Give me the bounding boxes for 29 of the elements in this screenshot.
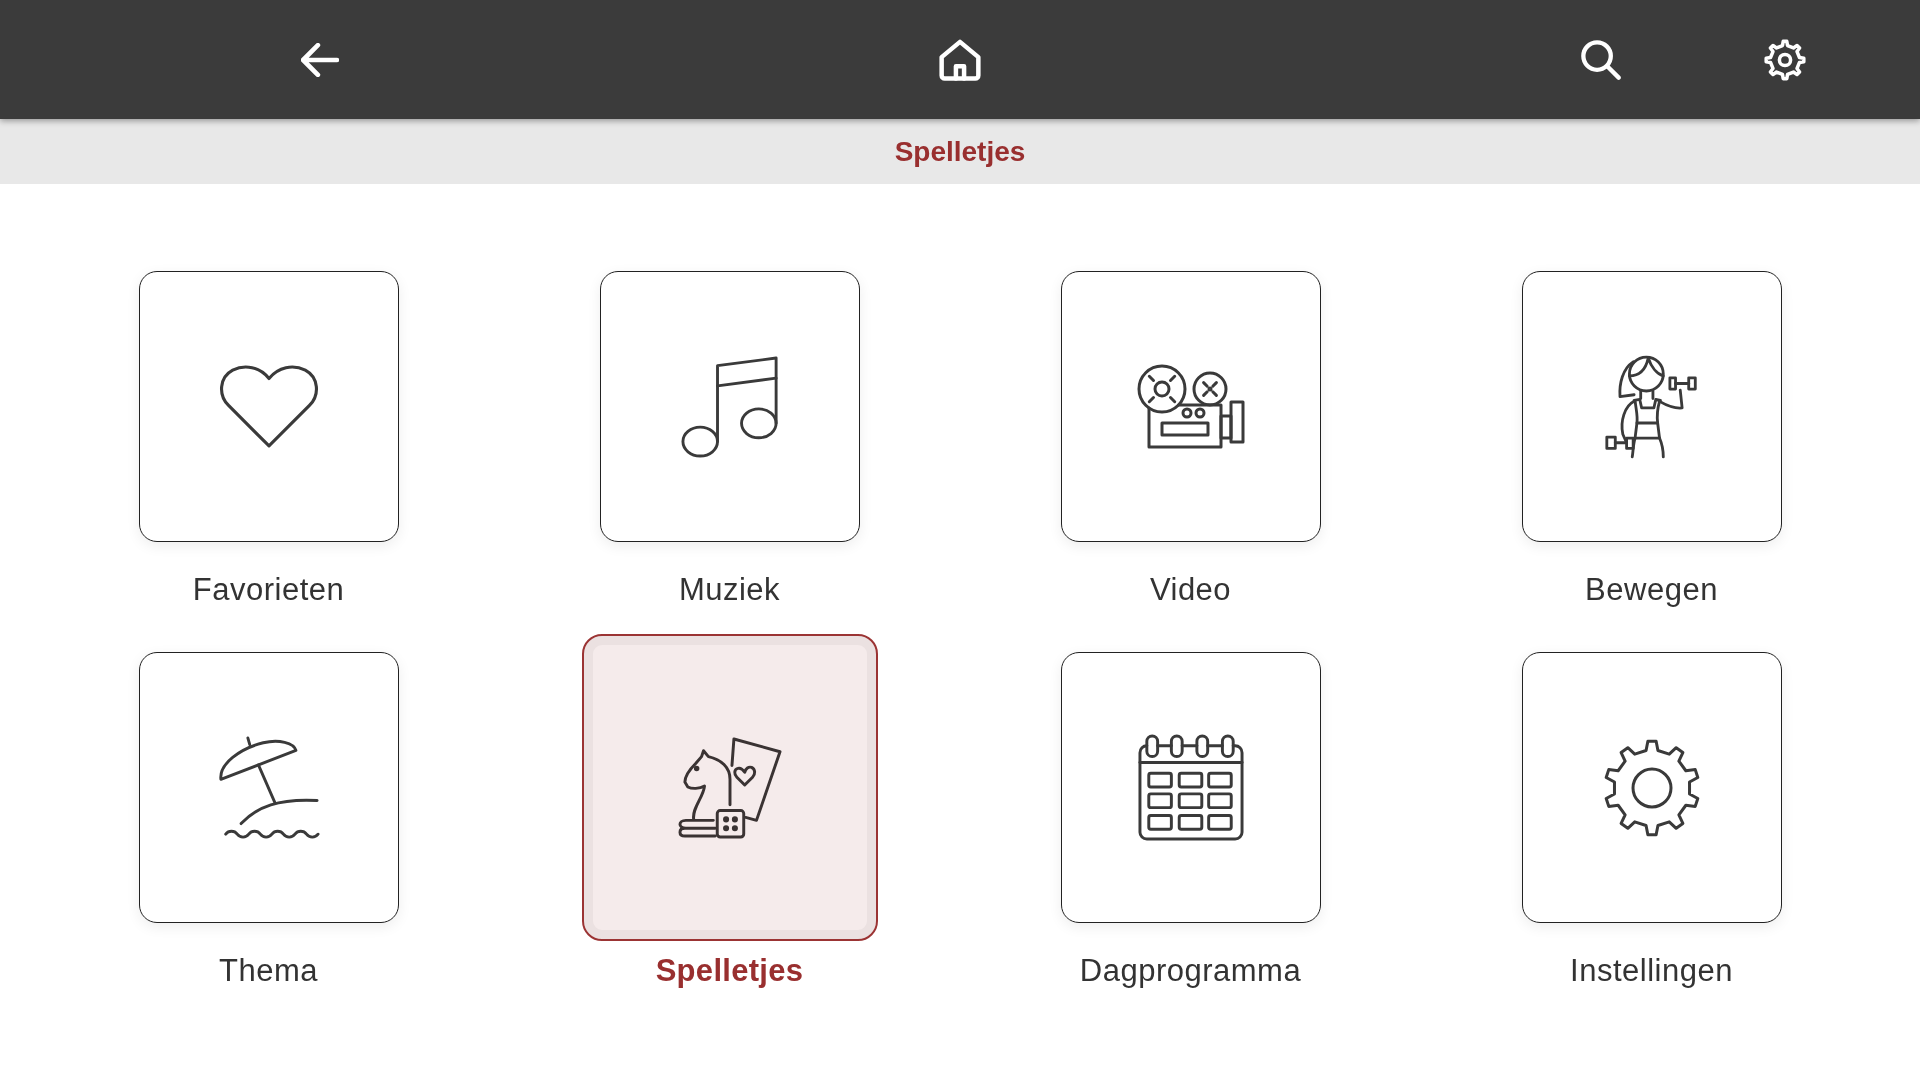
menu-tile[interactable]: [138, 271, 399, 542]
menu-tile[interactable]: [138, 652, 399, 923]
woman-dumbbells-icon: [1603, 354, 1700, 459]
tile-label: Muziek: [678, 572, 781, 608]
tile-label: Favorieten: [192, 572, 345, 608]
tile-label: Bewegen: [1585, 572, 1718, 608]
menu-tile[interactable]: [1060, 271, 1321, 542]
search-icon: [1581, 39, 1621, 80]
page-title: Spelletjes: [894, 134, 1026, 169]
tile-label: Dagprogramma: [1079, 953, 1302, 989]
arrow-left-icon: [301, 42, 339, 77]
tile-label: Instellingen: [1570, 953, 1733, 989]
music-note-icon: [680, 355, 779, 458]
menu-tile[interactable]: [581, 634, 878, 941]
heart-icon: [218, 365, 319, 448]
calendar-icon: [1137, 734, 1244, 841]
tile-label: Thema: [219, 953, 318, 989]
menu-tile[interactable]: [1521, 271, 1782, 542]
game-pieces-icon: [677, 736, 782, 839]
beach-umbrella-icon: [217, 735, 320, 840]
gear-icon: [1602, 738, 1701, 837]
film-projector-icon: [1136, 363, 1245, 450]
menu-tile[interactable]: [1521, 652, 1782, 923]
menu-tile[interactable]: [1060, 652, 1321, 923]
menu-tile[interactable]: [599, 271, 860, 542]
tile-label: Spelletjes: [655, 953, 804, 989]
home-icon: [939, 38, 981, 81]
tile-label: Video: [1149, 572, 1232, 608]
settings-icon: [1764, 38, 1806, 81]
